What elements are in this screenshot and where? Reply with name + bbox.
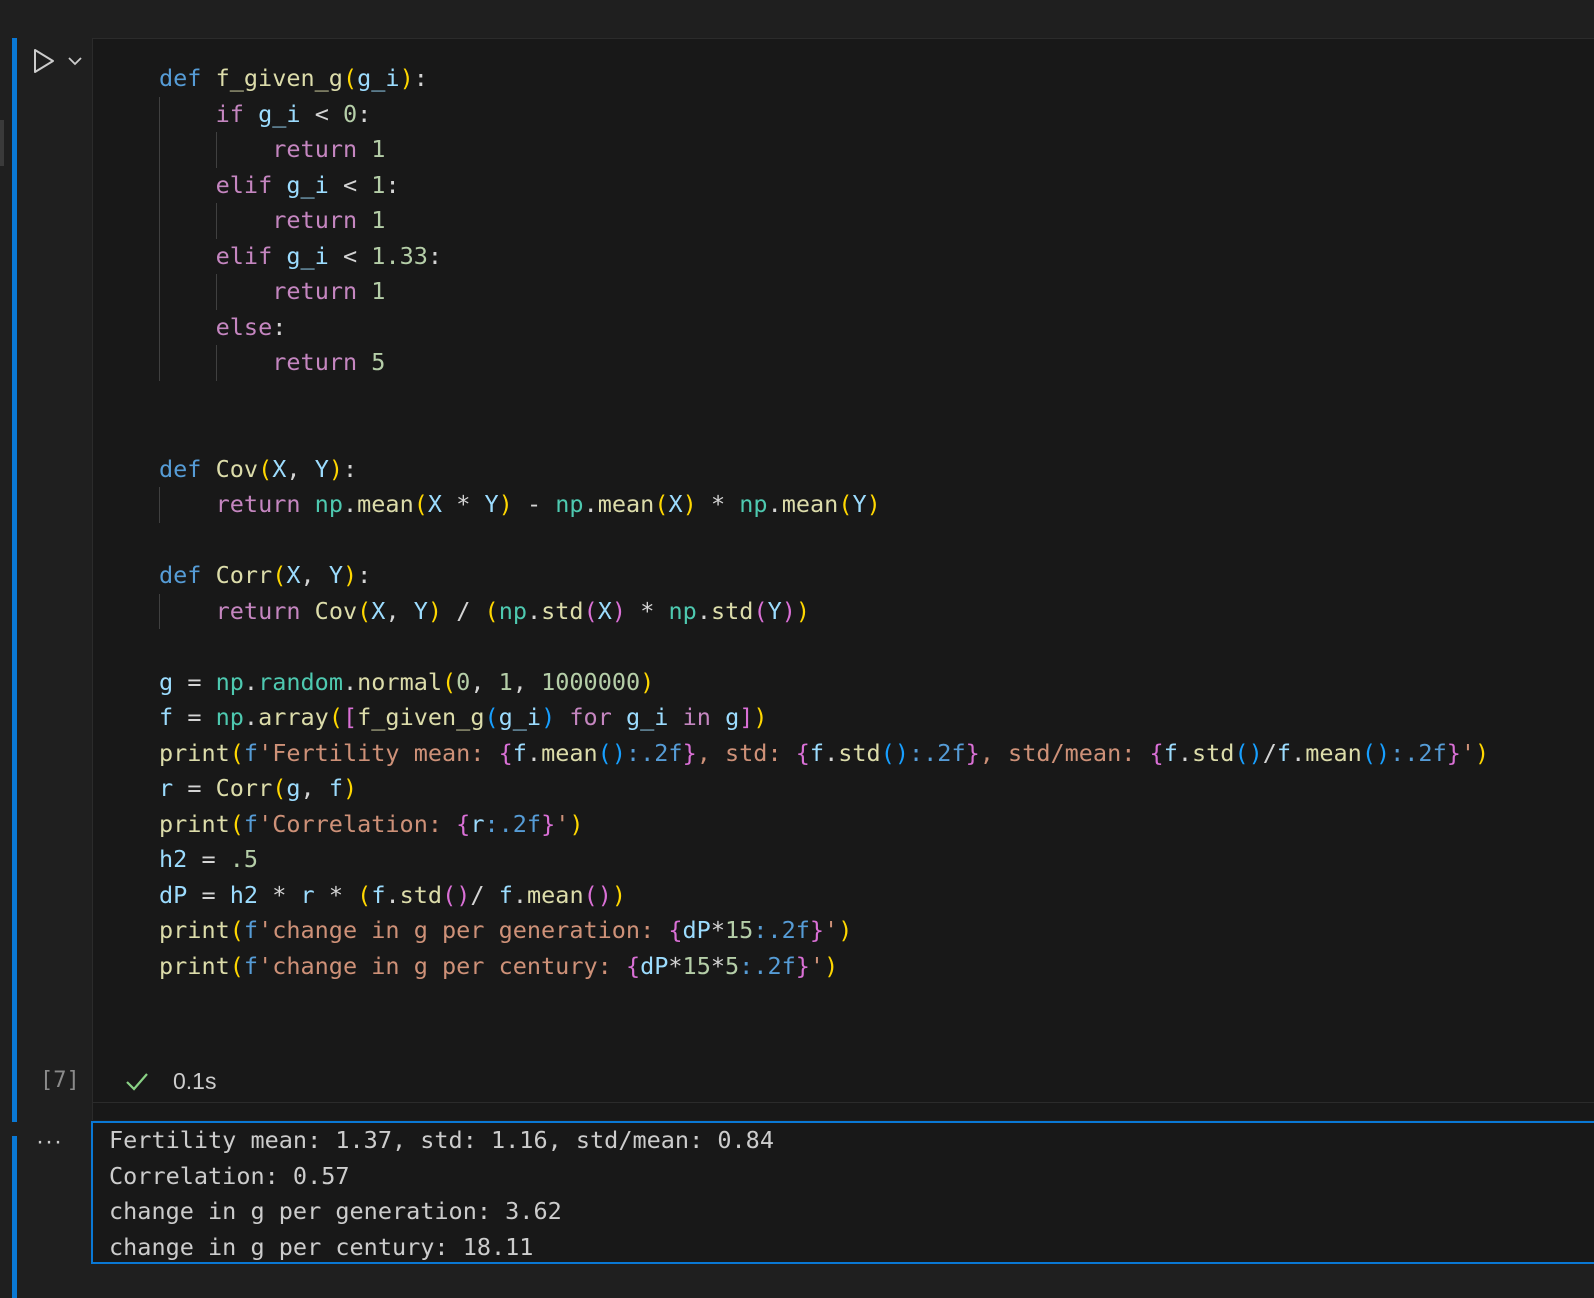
code-line: g = np.random.normal(0, 1, 1000000)	[159, 667, 655, 696]
indent-guide	[215, 132, 217, 168]
execution-time: 0.1s	[173, 1068, 217, 1094]
code-line: if g_i < 0:	[159, 96, 1579, 132]
output-line: change in g per generation: 3.62	[109, 1197, 562, 1225]
indent-guide	[159, 132, 160, 168]
code-line: def Corr(X, Y):	[159, 561, 372, 589]
indent-guide	[215, 274, 217, 310]
code-line: print(f'change in g per century: {dP*15*…	[159, 951, 839, 980]
code-editor[interactable]: def f_given_g(g_i): if g_i < 0: return 1…	[92, 38, 1594, 1120]
indent-guide	[159, 309, 160, 345]
code-line: def f_given_g(g_i):	[159, 64, 428, 92]
indent-guide	[215, 203, 217, 239]
check-icon	[126, 1073, 148, 1091]
code-line: print(f'Correlation: {r:.2f}')	[159, 809, 584, 838]
indent-guide	[159, 238, 160, 274]
execution-count: [7]	[40, 1068, 80, 1093]
indent-guide	[159, 167, 160, 203]
output-line: Fertility mean: 1.37, std: 1.16, std/mea…	[109, 1126, 774, 1154]
code-line: return 5	[159, 345, 1579, 381]
code-line: h2 = .5	[159, 845, 259, 873]
code-line: return 1	[159, 274, 1579, 310]
code-line: elif g_i < 1:	[159, 167, 1579, 203]
top-bar	[0, 0, 1594, 38]
code-line: r = Corr(g, f)	[159, 774, 358, 802]
chevron-down-icon[interactable]	[64, 50, 86, 72]
indent-guide	[215, 345, 217, 381]
code-line: return 1	[159, 132, 1579, 168]
cell-focus-indicator	[12, 38, 17, 1122]
code-line: return Cov(X, Y) / (np.std(X) * np.std(Y…	[159, 593, 1579, 629]
code-line: f = np.array([f_given_g(g_i) for g_i in …	[159, 703, 768, 731]
code-line: else:	[159, 309, 1579, 345]
output-line: change in g per century: 18.11	[109, 1232, 534, 1261]
output-line: Correlation: 0.57	[109, 1161, 350, 1190]
indent-guide	[159, 345, 160, 381]
cell-output: Fertility mean: 1.37, std: 1.16, std/mea…	[91, 1121, 1594, 1264]
code-lines: def f_given_g(g_i): if g_i < 0: return 1…	[159, 61, 1579, 984]
indent-guide	[159, 96, 160, 132]
code-line: print(f'change in g per generation: {dP*…	[159, 916, 853, 944]
divider	[92, 1102, 1594, 1103]
code-line: elif g_i < 1.33:	[159, 238, 1579, 274]
code-line: return 1	[159, 203, 1579, 239]
output-focus-indicator	[12, 1136, 17, 1298]
indent-guide	[159, 593, 160, 629]
indent-guide	[159, 203, 160, 239]
more-icon[interactable]: ···	[36, 1128, 63, 1156]
code-line: dP = h2 * r * (f.std()/ f.mean())	[159, 880, 627, 909]
code-line: print(f'Fertility mean: {f.mean():.2f}, …	[159, 738, 1490, 767]
code-line: def Cov(X, Y):	[159, 454, 358, 483]
indent-guide	[159, 274, 160, 310]
gutter-marker	[0, 120, 4, 166]
indent-guide	[159, 487, 160, 523]
code-line: return np.mean(X * Y) - np.mean(X) * np.…	[159, 487, 1579, 523]
play-icon[interactable]	[30, 46, 58, 76]
